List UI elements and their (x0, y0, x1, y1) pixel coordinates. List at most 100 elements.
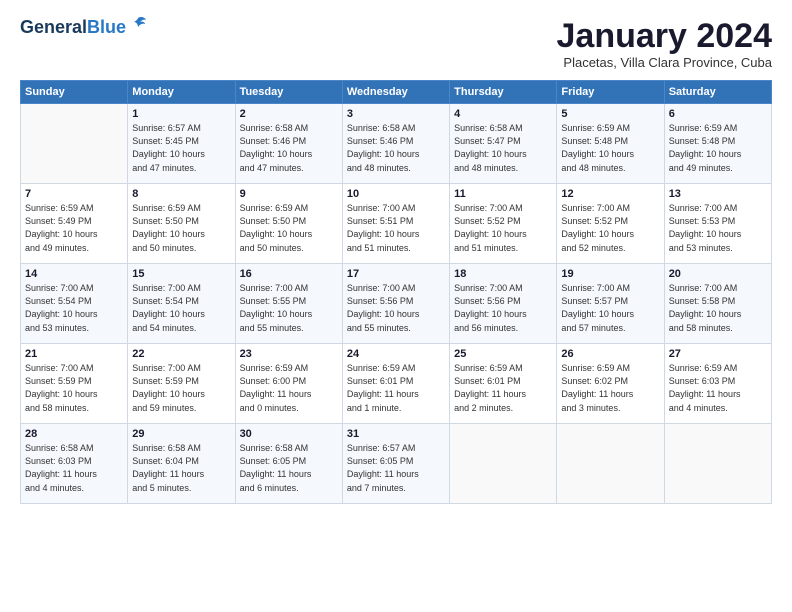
calendar-cell: 2 Sunrise: 6:58 AMSunset: 5:46 PMDaylight… (235, 104, 342, 184)
day-number: 6 (669, 108, 767, 120)
day-info: Sunrise: 6:59 AMSunset: 5:50 PMDaylight:… (132, 202, 230, 254)
day-info: Sunrise: 6:58 AMSunset: 6:04 PMDaylight:… (132, 442, 230, 494)
calendar-week-row: 14 Sunrise: 7:00 AMSunset: 5:54 PMDayligh… (21, 264, 772, 344)
day-info: Sunrise: 7:00 AMSunset: 5:54 PMDaylight:… (25, 282, 123, 334)
calendar-cell: 18 Sunrise: 7:00 AMSunset: 5:56 PMDayligh… (450, 264, 557, 344)
day-number: 10 (347, 188, 445, 200)
day-info: Sunrise: 6:57 AMSunset: 5:45 PMDaylight:… (132, 122, 230, 174)
calendar-cell: 13Sunrise: 7:00 AMSunset: 5:53 PMDayligh… (664, 184, 771, 264)
logo: GeneralBlue (20, 18, 148, 38)
col-header-monday: Monday (128, 81, 235, 104)
day-number: 4 (454, 108, 552, 120)
calendar-cell: 14 Sunrise: 7:00 AMSunset: 5:54 PMDayligh… (21, 264, 128, 344)
calendar-cell: 12 Sunrise: 7:00 AMSunset: 5:52 PMDayligh… (557, 184, 664, 264)
calendar-week-row: 28Sunrise: 6:58 AMSunset: 6:03 PMDayligh… (21, 424, 772, 504)
day-info: Sunrise: 6:58 AMSunset: 6:05 PMDaylight:… (240, 442, 338, 494)
day-number: 20 (669, 268, 767, 280)
day-info: Sunrise: 6:59 AMSunset: 6:00 PMDaylight:… (240, 362, 338, 414)
calendar-cell: 4 Sunrise: 6:58 AMSunset: 5:47 PMDaylight… (450, 104, 557, 184)
day-number: 28 (25, 428, 123, 440)
day-number: 21 (25, 348, 123, 360)
day-info: Sunrise: 6:59 AMSunset: 5:50 PMDaylight:… (240, 202, 338, 254)
day-number: 30 (240, 428, 338, 440)
title-block: January 2024 Placetas, Villa Clara Provi… (557, 18, 773, 70)
day-info: Sunrise: 6:59 AMSunset: 5:49 PMDaylight:… (25, 202, 123, 254)
calendar-cell: 29 Sunrise: 6:58 AMSunset: 6:04 PMDayligh… (128, 424, 235, 504)
day-info: Sunrise: 6:57 AMSunset: 6:05 PMDaylight:… (347, 442, 445, 494)
day-number: 24 (347, 348, 445, 360)
day-info: Sunrise: 6:59 AMSunset: 6:03 PMDaylight:… (669, 362, 767, 414)
calendar-cell: 24Sunrise: 6:59 AMSunset: 6:01 PMDayligh… (342, 344, 449, 424)
calendar-cell (664, 424, 771, 504)
day-info: Sunrise: 7:00 AMSunset: 5:59 PMDaylight:… (25, 362, 123, 414)
day-number: 5 (561, 108, 659, 120)
calendar-cell: 7 Sunrise: 6:59 AMSunset: 5:49 PMDaylight… (21, 184, 128, 264)
day-info: Sunrise: 7:00 AMSunset: 5:52 PMDaylight:… (561, 202, 659, 254)
calendar-cell: 15Sunrise: 7:00 AMSunset: 5:54 PMDayligh… (128, 264, 235, 344)
logo-bird-icon (128, 14, 148, 34)
col-header-thursday: Thursday (450, 81, 557, 104)
calendar-cell (450, 424, 557, 504)
calendar-cell: 1 Sunrise: 6:57 AMSunset: 5:45 PMDaylight… (128, 104, 235, 184)
calendar-cell: 8 Sunrise: 6:59 AMSunset: 5:50 PMDaylight… (128, 184, 235, 264)
day-number: 29 (132, 428, 230, 440)
day-info: Sunrise: 7:00 AMSunset: 5:51 PMDaylight:… (347, 202, 445, 254)
day-info: Sunrise: 7:00 AMSunset: 5:58 PMDaylight:… (669, 282, 767, 334)
day-number: 8 (132, 188, 230, 200)
day-number: 25 (454, 348, 552, 360)
calendar-cell (21, 104, 128, 184)
calendar-week-row: 7 Sunrise: 6:59 AMSunset: 5:49 PMDaylight… (21, 184, 772, 264)
day-info: Sunrise: 6:59 AMSunset: 5:48 PMDaylight:… (669, 122, 767, 174)
calendar-cell: 9Sunrise: 6:59 AMSunset: 5:50 PMDaylight… (235, 184, 342, 264)
col-header-friday: Friday (557, 81, 664, 104)
day-info: Sunrise: 7:00 AMSunset: 5:56 PMDaylight:… (454, 282, 552, 334)
col-header-wednesday: Wednesday (342, 81, 449, 104)
month-title: January 2024 (557, 18, 773, 55)
calendar-cell: 27Sunrise: 6:59 AMSunset: 6:03 PMDayligh… (664, 344, 771, 424)
logo-general: General (20, 17, 87, 37)
day-number: 23 (240, 348, 338, 360)
col-header-saturday: Saturday (664, 81, 771, 104)
col-header-sunday: Sunday (21, 81, 128, 104)
day-number: 2 (240, 108, 338, 120)
day-number: 7 (25, 188, 123, 200)
day-info: Sunrise: 7:00 AMSunset: 5:57 PMDaylight:… (561, 282, 659, 334)
logo-blue: Blue (87, 17, 126, 37)
day-info: Sunrise: 6:58 AMSunset: 5:46 PMDaylight:… (347, 122, 445, 174)
day-number: 11 (454, 188, 552, 200)
calendar-header-row: SundayMondayTuesdayWednesdayThursdayFrid… (21, 81, 772, 104)
day-info: Sunrise: 6:59 AMSunset: 6:01 PMDaylight:… (454, 362, 552, 414)
day-number: 14 (25, 268, 123, 280)
day-info: Sunrise: 7:00 AMSunset: 5:54 PMDaylight:… (132, 282, 230, 334)
calendar-cell: 11Sunrise: 7:00 AMSunset: 5:52 PMDayligh… (450, 184, 557, 264)
day-number: 16 (240, 268, 338, 280)
day-info: Sunrise: 6:58 AMSunset: 5:47 PMDaylight:… (454, 122, 552, 174)
calendar-cell: 30 Sunrise: 6:58 AMSunset: 6:05 PMDayligh… (235, 424, 342, 504)
calendar-cell: 28Sunrise: 6:58 AMSunset: 6:03 PMDayligh… (21, 424, 128, 504)
calendar-cell: 5 Sunrise: 6:59 AMSunset: 5:48 PMDaylight… (557, 104, 664, 184)
day-info: Sunrise: 7:00 AMSunset: 5:56 PMDaylight:… (347, 282, 445, 334)
day-number: 1 (132, 108, 230, 120)
day-number: 12 (561, 188, 659, 200)
page-header: GeneralBlue January 2024 Placetas, Villa… (20, 18, 772, 70)
calendar-cell: 3Sunrise: 6:58 AMSunset: 5:46 PMDaylight… (342, 104, 449, 184)
day-number: 17 (347, 268, 445, 280)
col-header-tuesday: Tuesday (235, 81, 342, 104)
calendar-page: GeneralBlue January 2024 Placetas, Villa… (0, 0, 792, 612)
calendar-cell: 26Sunrise: 6:59 AMSunset: 6:02 PMDayligh… (557, 344, 664, 424)
day-number: 22 (132, 348, 230, 360)
day-info: Sunrise: 6:58 AMSunset: 5:46 PMDaylight:… (240, 122, 338, 174)
day-number: 19 (561, 268, 659, 280)
day-info: Sunrise: 6:59 AMSunset: 5:48 PMDaylight:… (561, 122, 659, 174)
calendar-cell: 16 Sunrise: 7:00 AMSunset: 5:55 PMDayligh… (235, 264, 342, 344)
calendar-cell: 20 Sunrise: 7:00 AMSunset: 5:58 PMDayligh… (664, 264, 771, 344)
calendar-cell: 31Sunrise: 6:57 AMSunset: 6:05 PMDayligh… (342, 424, 449, 504)
day-info: Sunrise: 7:00 AMSunset: 5:59 PMDaylight:… (132, 362, 230, 414)
day-info: Sunrise: 7:00 AMSunset: 5:53 PMDaylight:… (669, 202, 767, 254)
day-info: Sunrise: 7:00 AMSunset: 5:55 PMDaylight:… (240, 282, 338, 334)
calendar-table: SundayMondayTuesdayWednesdayThursdayFrid… (20, 80, 772, 504)
day-number: 18 (454, 268, 552, 280)
logo-text: GeneralBlue (20, 18, 126, 38)
calendar-cell (557, 424, 664, 504)
calendar-cell: 22 Sunrise: 7:00 AMSunset: 5:59 PMDayligh… (128, 344, 235, 424)
